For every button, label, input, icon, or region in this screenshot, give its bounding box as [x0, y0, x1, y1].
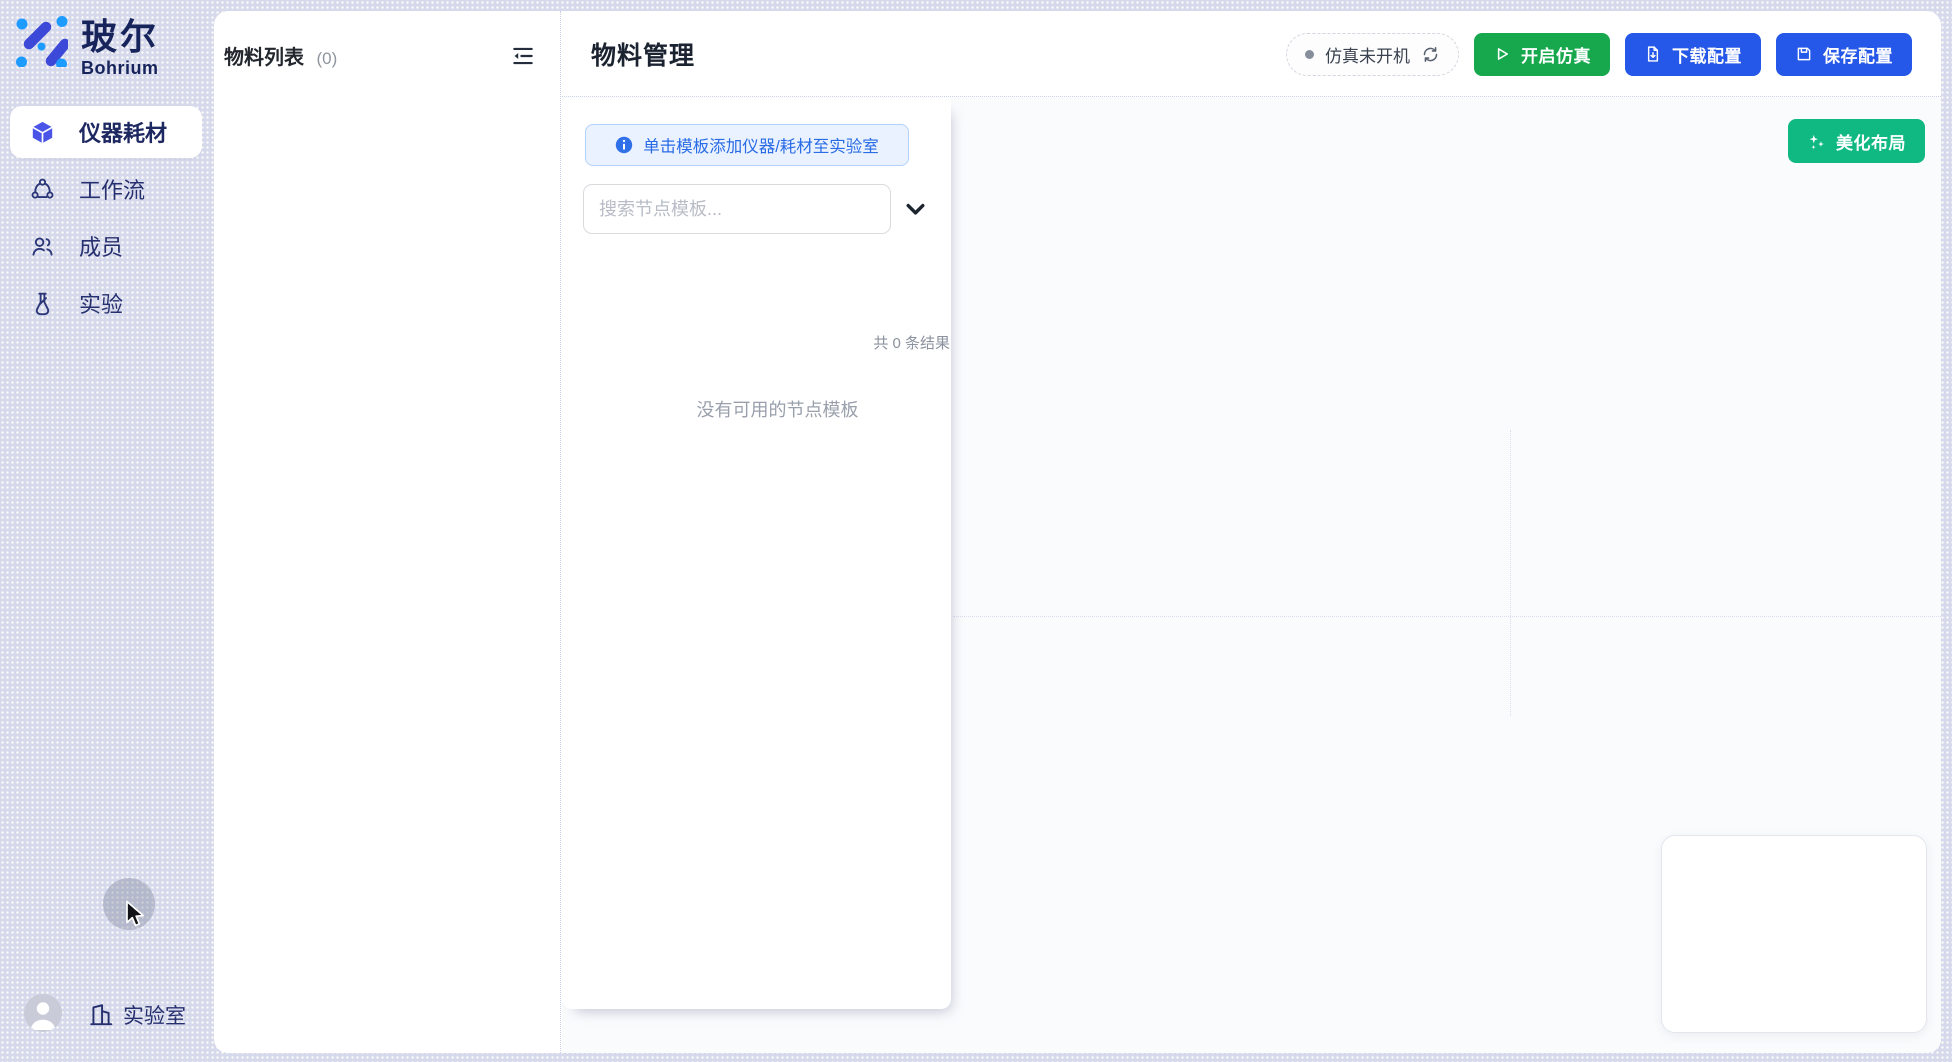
node-template-panel: 单击模板添加仪器/耗材至实验室 共 0 条结果 没有可用的节点模板	[562, 98, 951, 1009]
members-icon	[30, 234, 55, 259]
collapse-search-button[interactable]	[902, 196, 929, 223]
template-hint-banner[interactable]: 单击模板添加仪器/耗材至实验室	[585, 124, 909, 166]
material-list-header: 物料列表 (0)	[224, 41, 554, 71]
beautify-layout-button[interactable]: 美化布局	[1788, 119, 1925, 163]
template-search-row: 共 0 条结果 没有可用的节点模板	[583, 184, 929, 234]
page-header: 物料管理 仿真未开机	[562, 11, 1941, 97]
collapse-panel-button[interactable]	[510, 42, 538, 70]
lab-label: 实验室	[123, 1000, 186, 1030]
refresh-icon	[1421, 45, 1440, 64]
file-download-icon	[1644, 45, 1662, 63]
sidebar-item-label: 仪器耗材	[79, 116, 167, 148]
sidebar-nav: 仪器耗材 工作流 成员	[10, 106, 202, 334]
sim-status-pill: 仿真未开机	[1286, 33, 1459, 76]
outdent-icon	[510, 43, 538, 69]
empty-templates-message: 没有可用的节点模板	[583, 396, 972, 422]
sidebar-item-label: 实验	[79, 287, 123, 319]
save-config-button[interactable]: 保存配置	[1776, 33, 1912, 76]
material-list-panel: 物料列表 (0)	[214, 11, 561, 1053]
click-highlight	[103, 878, 155, 930]
brand[interactable]: 玻尔 Bohrium	[14, 13, 159, 79]
header-actions: 仿真未开机 开启仿真	[1286, 11, 1912, 97]
start-simulation-label: 开启仿真	[1521, 42, 1591, 67]
content-card: 物料列表 (0) 物料管理 仿真未开机	[214, 11, 1941, 1053]
sim-status-label: 仿真未开机	[1325, 42, 1410, 67]
refresh-status-button[interactable]	[1421, 45, 1440, 64]
beautify-layout-label: 美化布局	[1836, 129, 1906, 154]
result-count: 共 0 条结果	[583, 332, 950, 353]
sidebar-item-experiments[interactable]: 实验	[10, 277, 202, 329]
page-title: 物料管理	[591, 11, 695, 97]
material-list-title: 物料列表	[224, 47, 304, 69]
save-config-label: 保存配置	[1823, 42, 1893, 67]
canvas-guide-vertical	[1510, 430, 1511, 716]
sidebar-item-label: 工作流	[79, 173, 145, 205]
template-hint-text: 单击模板添加仪器/耗材至实验室	[643, 133, 879, 157]
avatar[interactable]	[24, 994, 62, 1032]
flow-canvas[interactable]: 美化布局 单击模板添加仪器/耗材至实验室	[562, 97, 1941, 1053]
save-icon	[1795, 45, 1813, 63]
brand-name-zh: 玻尔	[81, 19, 159, 55]
search-template-input[interactable]	[583, 184, 891, 234]
sidebar-item-instruments[interactable]: 仪器耗材	[10, 106, 202, 158]
info-icon	[615, 136, 633, 154]
download-config-label: 下载配置	[1672, 42, 1742, 67]
experiment-icon	[30, 291, 55, 316]
bohrium-logo-icon	[14, 13, 68, 67]
sidebar-footer: 实验室	[0, 994, 214, 1034]
cube-icon	[30, 120, 55, 145]
status-dot-icon	[1305, 50, 1314, 59]
play-icon	[1493, 45, 1511, 63]
canvas-guide-horizontal	[953, 616, 1941, 617]
minimap[interactable]	[1661, 835, 1927, 1033]
download-config-button[interactable]: 下载配置	[1625, 33, 1761, 76]
sparkles-icon	[1807, 132, 1826, 151]
sidebar-item-members[interactable]: 成员	[10, 220, 202, 272]
brand-name-en: Bohrium	[81, 58, 159, 79]
building-icon	[88, 1002, 114, 1028]
sidebar-item-workflow[interactable]: 工作流	[10, 163, 202, 215]
start-simulation-button[interactable]: 开启仿真	[1474, 33, 1610, 76]
workflow-icon	[30, 177, 55, 202]
chevron-down-icon	[902, 196, 929, 223]
material-list-count: (0)	[316, 49, 337, 68]
lab-switcher[interactable]: 实验室	[88, 1000, 186, 1030]
sidebar-item-label: 成员	[79, 230, 123, 262]
